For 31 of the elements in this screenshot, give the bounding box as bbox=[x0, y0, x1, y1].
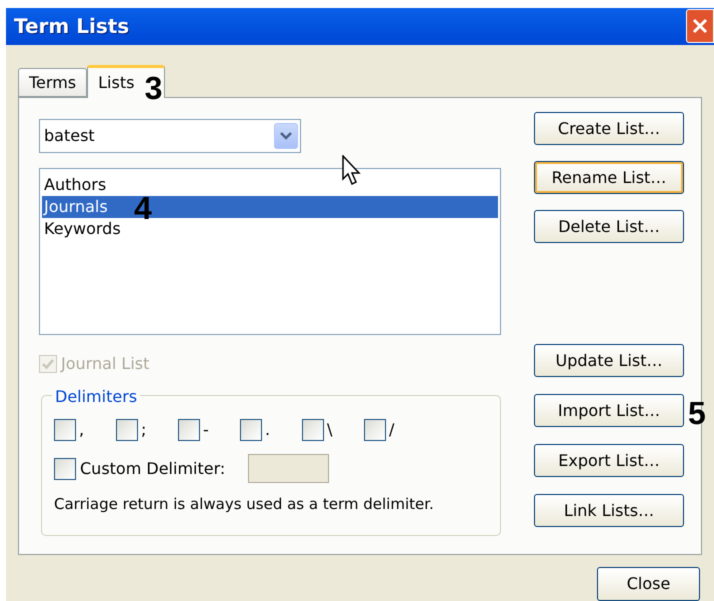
checkbox-label: , bbox=[79, 419, 84, 442]
checkbox[interactable] bbox=[178, 419, 200, 442]
list-item[interactable]: Journals 4 bbox=[42, 196, 498, 218]
delimiter-note: Carriage return is always used as a term delimiter. bbox=[54, 494, 435, 516]
checkbox[interactable] bbox=[240, 419, 262, 442]
tab[interactable]: Lists 3 bbox=[87, 65, 166, 98]
checkbox-label: ; bbox=[141, 419, 146, 442]
checkbox[interactable] bbox=[54, 419, 76, 442]
close-icon[interactable] bbox=[686, 9, 714, 44]
window-title: Term Lists bbox=[14, 13, 130, 40]
checkbox[interactable] bbox=[116, 419, 138, 442]
action-button[interactable]: Update List… bbox=[534, 344, 684, 378]
action-button[interactable]: Delete List… bbox=[534, 210, 684, 244]
checkbox-label: - bbox=[203, 419, 209, 442]
action-button[interactable]: Import List… bbox=[534, 394, 684, 428]
checkbox[interactable] bbox=[302, 419, 324, 442]
checkbox-label: \ bbox=[327, 419, 332, 442]
checkbox-label: Custom Delimiter: bbox=[80, 458, 226, 480]
list-dropdown[interactable]: batest bbox=[39, 119, 301, 154]
checkbox[interactable] bbox=[54, 458, 76, 480]
checkbox-label: . bbox=[265, 419, 270, 442]
action-button[interactable]: Link Lists… bbox=[534, 494, 684, 528]
action-button[interactable]: Export List… bbox=[534, 444, 684, 478]
annotation-number: 5 bbox=[688, 397, 706, 430]
action-button[interactable]: Rename List… bbox=[534, 161, 684, 194]
checkbox[interactable] bbox=[364, 419, 386, 442]
checkbox-label: Journal List bbox=[61, 353, 150, 376]
action-button[interactable]: Create List… bbox=[534, 112, 684, 146]
checkbox-label: / bbox=[389, 419, 394, 442]
close-button[interactable]: Close bbox=[597, 567, 700, 601]
tab[interactable]: Terms bbox=[18, 68, 88, 98]
